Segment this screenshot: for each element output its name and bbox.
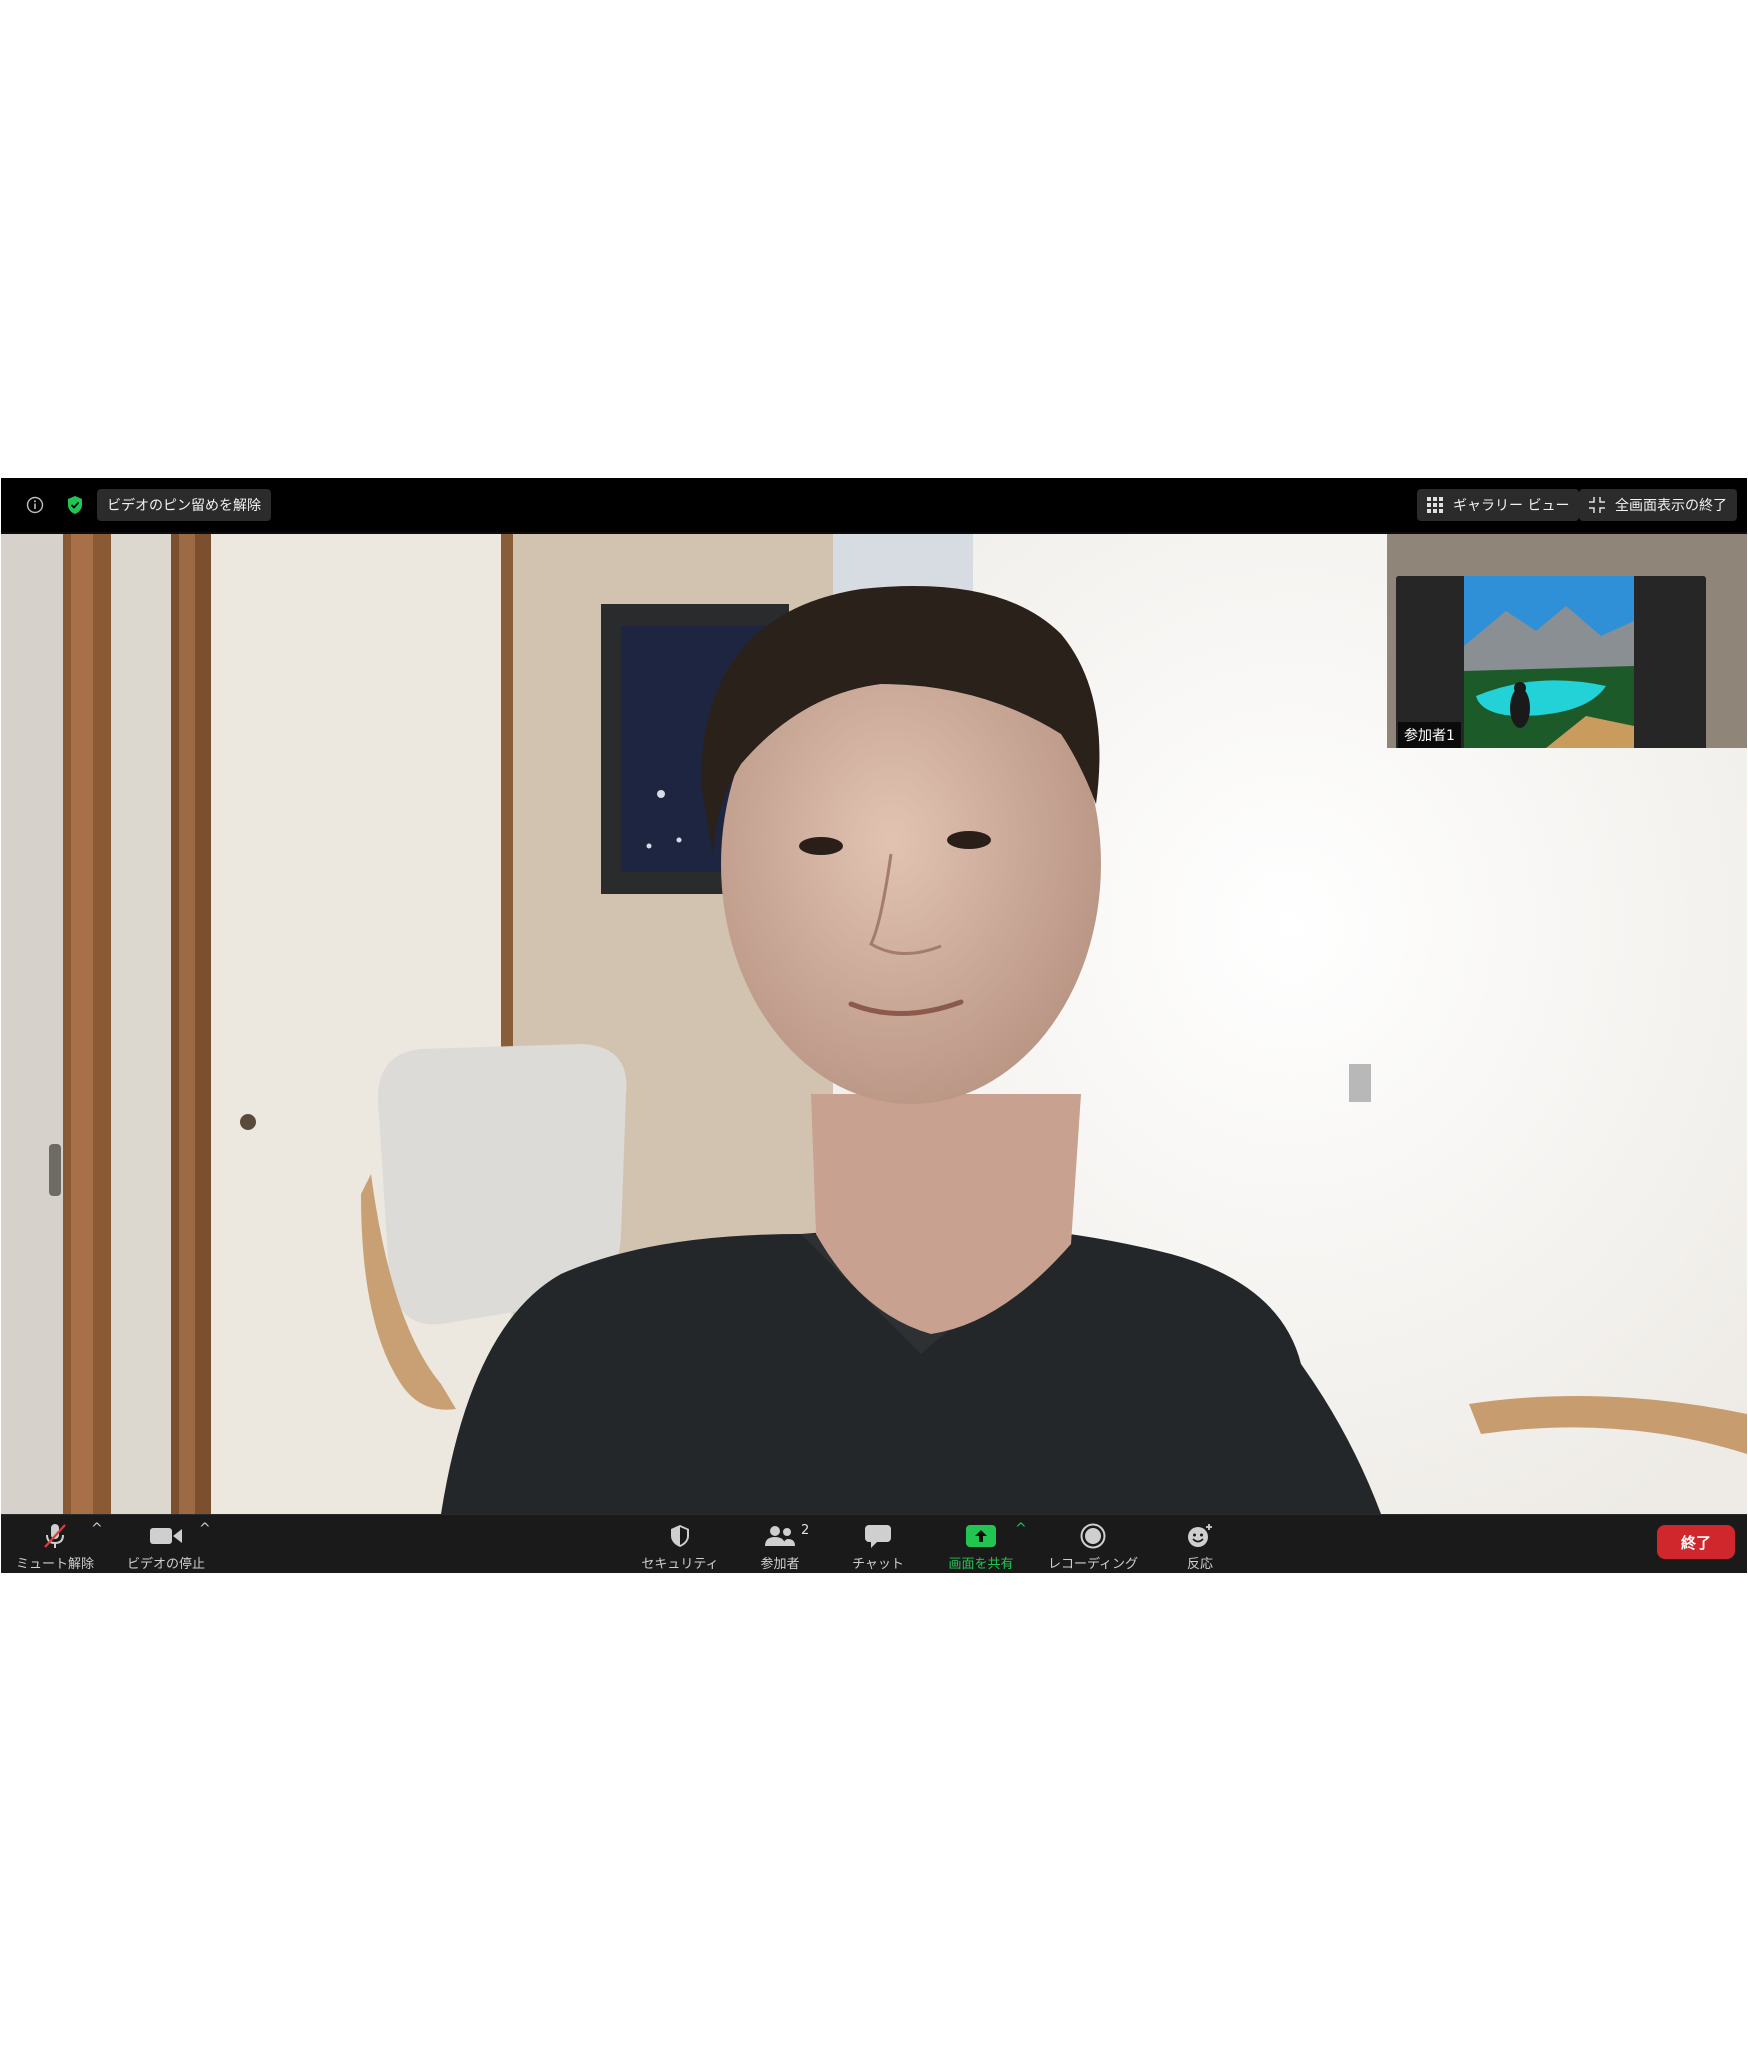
- top-bar: ビデオのピン留めを解除 ギャラリー ビュー 全画面表示の終了: [1, 478, 1747, 532]
- gallery-view-label: ギャラリー ビュー: [1453, 498, 1570, 514]
- record-icon: [1080, 1521, 1106, 1551]
- security-shield-icon: [669, 1521, 691, 1551]
- reactions-button[interactable]: 反応: [1165, 1515, 1235, 1573]
- share-screen-icon: [965, 1521, 997, 1551]
- record-label: レコーディング: [1047, 1557, 1139, 1572]
- participants-icon: 2: [765, 1521, 809, 1551]
- security-label: セキュリティ: [641, 1557, 719, 1572]
- chat-button[interactable]: チャット: [843, 1515, 913, 1573]
- share-screen-button[interactable]: 画面を共有: [941, 1515, 1021, 1573]
- share-screen-label: 画面を共有: [948, 1557, 1014, 1572]
- exit-fullscreen-button[interactable]: 全画面表示の終了: [1579, 489, 1737, 521]
- meeting-toolbar: ミュート解除 ^ ビデオの停止 ^ セキュリティ 2 参加者 チャット 画面を共…: [1, 1514, 1747, 1573]
- unmute-button[interactable]: ミュート解除: [15, 1515, 95, 1573]
- reactions-label: 反応: [1186, 1557, 1213, 1572]
- stop-video-button[interactable]: ビデオの停止: [123, 1515, 209, 1573]
- participant-thumbnail[interactable]: 参加者1: [1387, 534, 1747, 748]
- end-meeting-button[interactable]: 終了: [1657, 1525, 1735, 1559]
- share-options-caret[interactable]: ^: [1015, 1521, 1027, 1537]
- stop-video-label: ビデオの停止: [126, 1557, 205, 1572]
- participants-label: 参加者: [760, 1557, 800, 1572]
- security-button[interactable]: セキュリティ: [635, 1515, 725, 1573]
- chat-label: チャット: [852, 1557, 904, 1572]
- exit-fullscreen-label: 全画面表示の終了: [1615, 498, 1727, 514]
- mic-muted-icon: [42, 1521, 68, 1551]
- record-button[interactable]: レコーディング: [1043, 1515, 1143, 1573]
- gallery-grid-icon: [1427, 497, 1443, 513]
- unmute-label: ミュート解除: [15, 1557, 94, 1572]
- reaction-icon: [1186, 1521, 1214, 1551]
- gallery-view-button[interactable]: ギャラリー ビュー: [1417, 489, 1580, 521]
- chat-icon: [865, 1521, 891, 1551]
- zoom-meeting-window: ビデオのピン留めを解除 ギャラリー ビュー 全画面表示の終了 参加者1 ミュート…: [1, 478, 1747, 1573]
- info-icon[interactable]: [21, 491, 49, 519]
- unpin-video-button[interactable]: ビデオのピン留めを解除: [97, 489, 271, 521]
- shield-check-icon[interactable]: [61, 491, 89, 519]
- participants-count: 2: [801, 1523, 810, 1538]
- video-camera-icon: [150, 1521, 182, 1551]
- audio-options-caret[interactable]: ^: [91, 1521, 103, 1537]
- unpin-video-label: ビデオのピン留めを解除: [107, 498, 261, 514]
- exit-fullscreen-icon: [1589, 497, 1605, 513]
- thumbnail-video: 参加者1: [1396, 576, 1706, 748]
- participants-button[interactable]: 2 参加者: [745, 1515, 815, 1573]
- video-options-caret[interactable]: ^: [199, 1521, 211, 1537]
- participant-name-label: 参加者1: [1398, 722, 1461, 748]
